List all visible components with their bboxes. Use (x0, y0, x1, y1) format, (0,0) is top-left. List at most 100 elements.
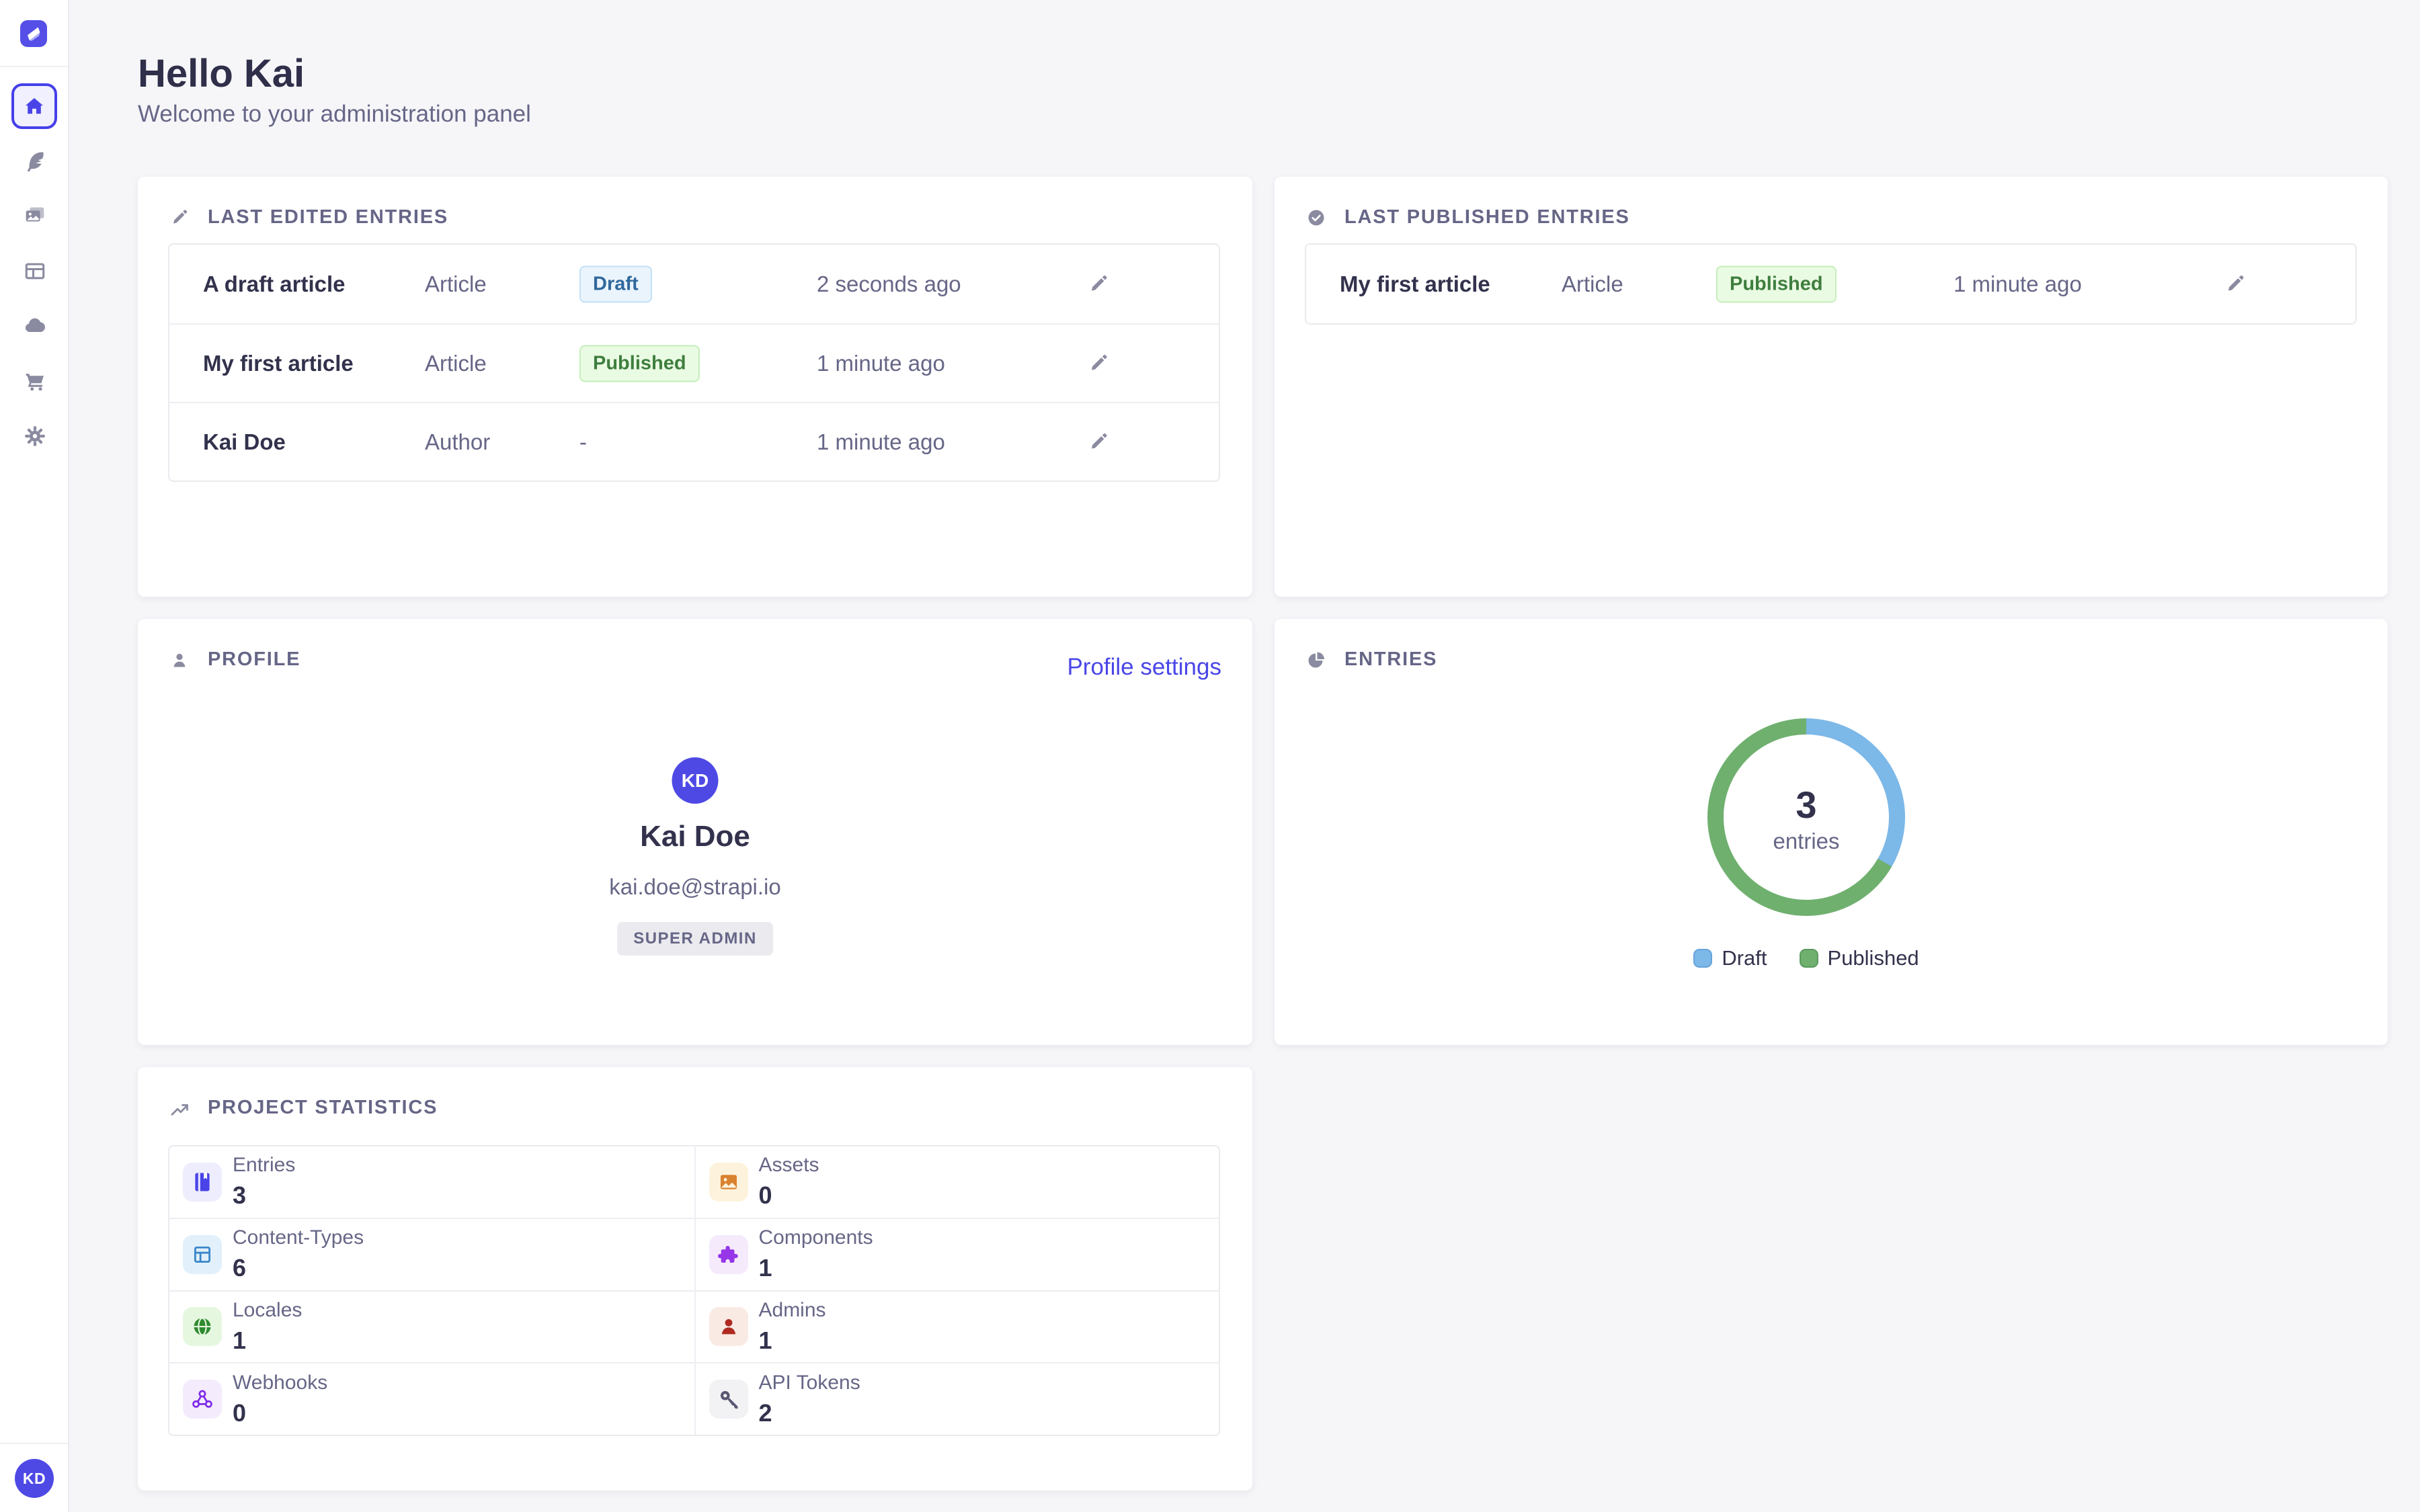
stat-value: 1 (759, 1254, 873, 1282)
entry-type: Author (425, 429, 490, 455)
entry-time: 2 seconds ago (817, 271, 961, 297)
draft-swatch (1693, 949, 1712, 968)
stat-content-types: Content-Types 6 (169, 1218, 694, 1290)
card-title: PROJECT STATISTICS (208, 1097, 438, 1119)
stat-entries: Entries 3 (169, 1146, 694, 1218)
entry-name: My first article (203, 351, 354, 376)
pie-chart-icon (1305, 649, 1327, 671)
entry-time: 1 minute ago (817, 429, 945, 455)
sidebar-item-marketplace[interactable] (22, 368, 48, 394)
table-row: My first article Article Published 1 min… (1306, 245, 2355, 323)
card-title: PROFILE (208, 648, 300, 671)
sidebar-bottom-divider (0, 1443, 69, 1444)
pencil-icon (1086, 351, 1111, 376)
sidebar-item-settings[interactable] (22, 423, 48, 450)
sidebar-item-content-manager[interactable] (22, 147, 48, 174)
entry-time: 1 minute ago (817, 351, 945, 376)
status-badge: Draft (579, 265, 652, 302)
stat-value: 3 (233, 1181, 295, 1210)
strapi-logo[interactable] (20, 20, 47, 47)
user-avatar[interactable]: KD (15, 1459, 54, 1498)
strapi-logo-icon (21, 21, 46, 46)
feather-icon (22, 148, 48, 173)
last-edited-table: A draft article Article Draft 2 seconds … (168, 243, 1220, 482)
legend-item-published: Published (1800, 946, 1919, 970)
card-title: LAST EDITED ENTRIES (208, 206, 448, 228)
sidebar: KD (0, 0, 69, 1512)
person-icon (717, 1315, 740, 1338)
entries-chart-card: ENTRIES 3 entries Draft Published (1275, 619, 2388, 1045)
card-title: LAST PUBLISHED ENTRIES (1344, 206, 1630, 228)
gear-icon (22, 423, 48, 449)
stat-value: 2 (759, 1399, 860, 1427)
key-icon (717, 1388, 740, 1411)
stat-label: API Tokens (759, 1372, 860, 1394)
legend-label: Draft (1722, 946, 1767, 970)
edit-entry-button[interactable] (1085, 429, 1112, 456)
status-badge: Published (1716, 265, 1837, 302)
entry-name: Kai Doe (203, 429, 286, 455)
stat-value: 1 (759, 1327, 826, 1355)
legend-label: Published (1828, 946, 1919, 970)
entry-type: Article (1562, 271, 1623, 297)
entry-name: A draft article (203, 271, 346, 297)
person-icon (169, 649, 190, 671)
trending-up-icon (169, 1097, 190, 1119)
stat-api-tokens: API Tokens 2 (694, 1362, 1219, 1435)
stat-label: Entries (233, 1154, 295, 1177)
entry-time: 1 minute ago (1953, 271, 2082, 297)
card-header: LAST EDITED ENTRIES (169, 206, 448, 228)
book-icon (191, 1171, 214, 1193)
globe-icon (191, 1315, 214, 1338)
stat-locales: Locales 1 (169, 1290, 694, 1363)
table-row: Kai Doe Author - 1 minute ago (169, 402, 1219, 480)
stat-label: Admins (759, 1299, 826, 1322)
images-icon (22, 203, 48, 228)
table-row: My first article Article Published 1 min… (169, 323, 1219, 402)
last-edited-entries-card: LAST EDITED ENTRIES A draft article Arti… (138, 177, 1252, 597)
entries-count: 3 (1796, 786, 1816, 825)
stat-assets: Assets 0 (694, 1146, 1219, 1218)
entry-type: Article (425, 351, 487, 376)
stat-components: Components 1 (694, 1218, 1219, 1290)
card-header: PROJECT STATISTICS (169, 1097, 438, 1119)
sidebar-item-home[interactable] (11, 83, 57, 129)
stat-value: 0 (759, 1181, 819, 1210)
card-header: PROFILE (169, 648, 300, 671)
stat-label: Webhooks (233, 1372, 327, 1394)
published-swatch (1800, 949, 1818, 968)
stat-label: Locales (233, 1299, 302, 1322)
sidebar-divider (0, 66, 69, 67)
layout-icon (22, 258, 48, 284)
profile-email: kai.doe@strapi.io (138, 874, 1252, 900)
stat-value: 0 (233, 1399, 327, 1427)
status-badge: Published (579, 345, 700, 382)
sidebar-item-cloud[interactable] (22, 312, 48, 339)
picture-icon (717, 1171, 740, 1193)
home-icon (22, 94, 46, 118)
check-circle-icon (1305, 207, 1327, 228)
stat-admins: Admins 1 (694, 1290, 1219, 1363)
edit-entry-button[interactable] (1085, 271, 1112, 298)
card-header: ENTRIES (1305, 648, 1437, 671)
table-row: A draft article Article Draft 2 seconds … (169, 245, 1219, 323)
sidebar-item-content-type-builder[interactable] (22, 257, 48, 284)
last-published-entries-card: LAST PUBLISHED ENTRIES My first article … (1275, 177, 2388, 597)
entry-name: My first article (1340, 271, 1490, 297)
entries-unit: entries (1773, 829, 1839, 854)
stat-label: Content-Types (233, 1226, 364, 1249)
page-subtitle: Welcome to your administration panel (138, 101, 531, 128)
status-empty: - (579, 429, 587, 455)
pencil-icon (169, 207, 190, 228)
edit-entry-button[interactable] (1085, 350, 1112, 377)
legend-item-draft: Draft (1693, 946, 1767, 970)
chart-legend: Draft Published (1707, 946, 1905, 970)
stat-label: Components (759, 1226, 873, 1249)
role-badge: SUPER ADMIN (617, 922, 773, 956)
stat-webhooks: Webhooks 0 (169, 1362, 694, 1435)
puzzle-icon (717, 1243, 740, 1266)
profile-settings-link[interactable]: Profile settings (1067, 654, 1221, 681)
stats-grid: Entries 3 Assets 0 (168, 1145, 1220, 1436)
sidebar-item-media-library[interactable] (22, 202, 48, 229)
edit-entry-button[interactable] (2222, 271, 2249, 298)
